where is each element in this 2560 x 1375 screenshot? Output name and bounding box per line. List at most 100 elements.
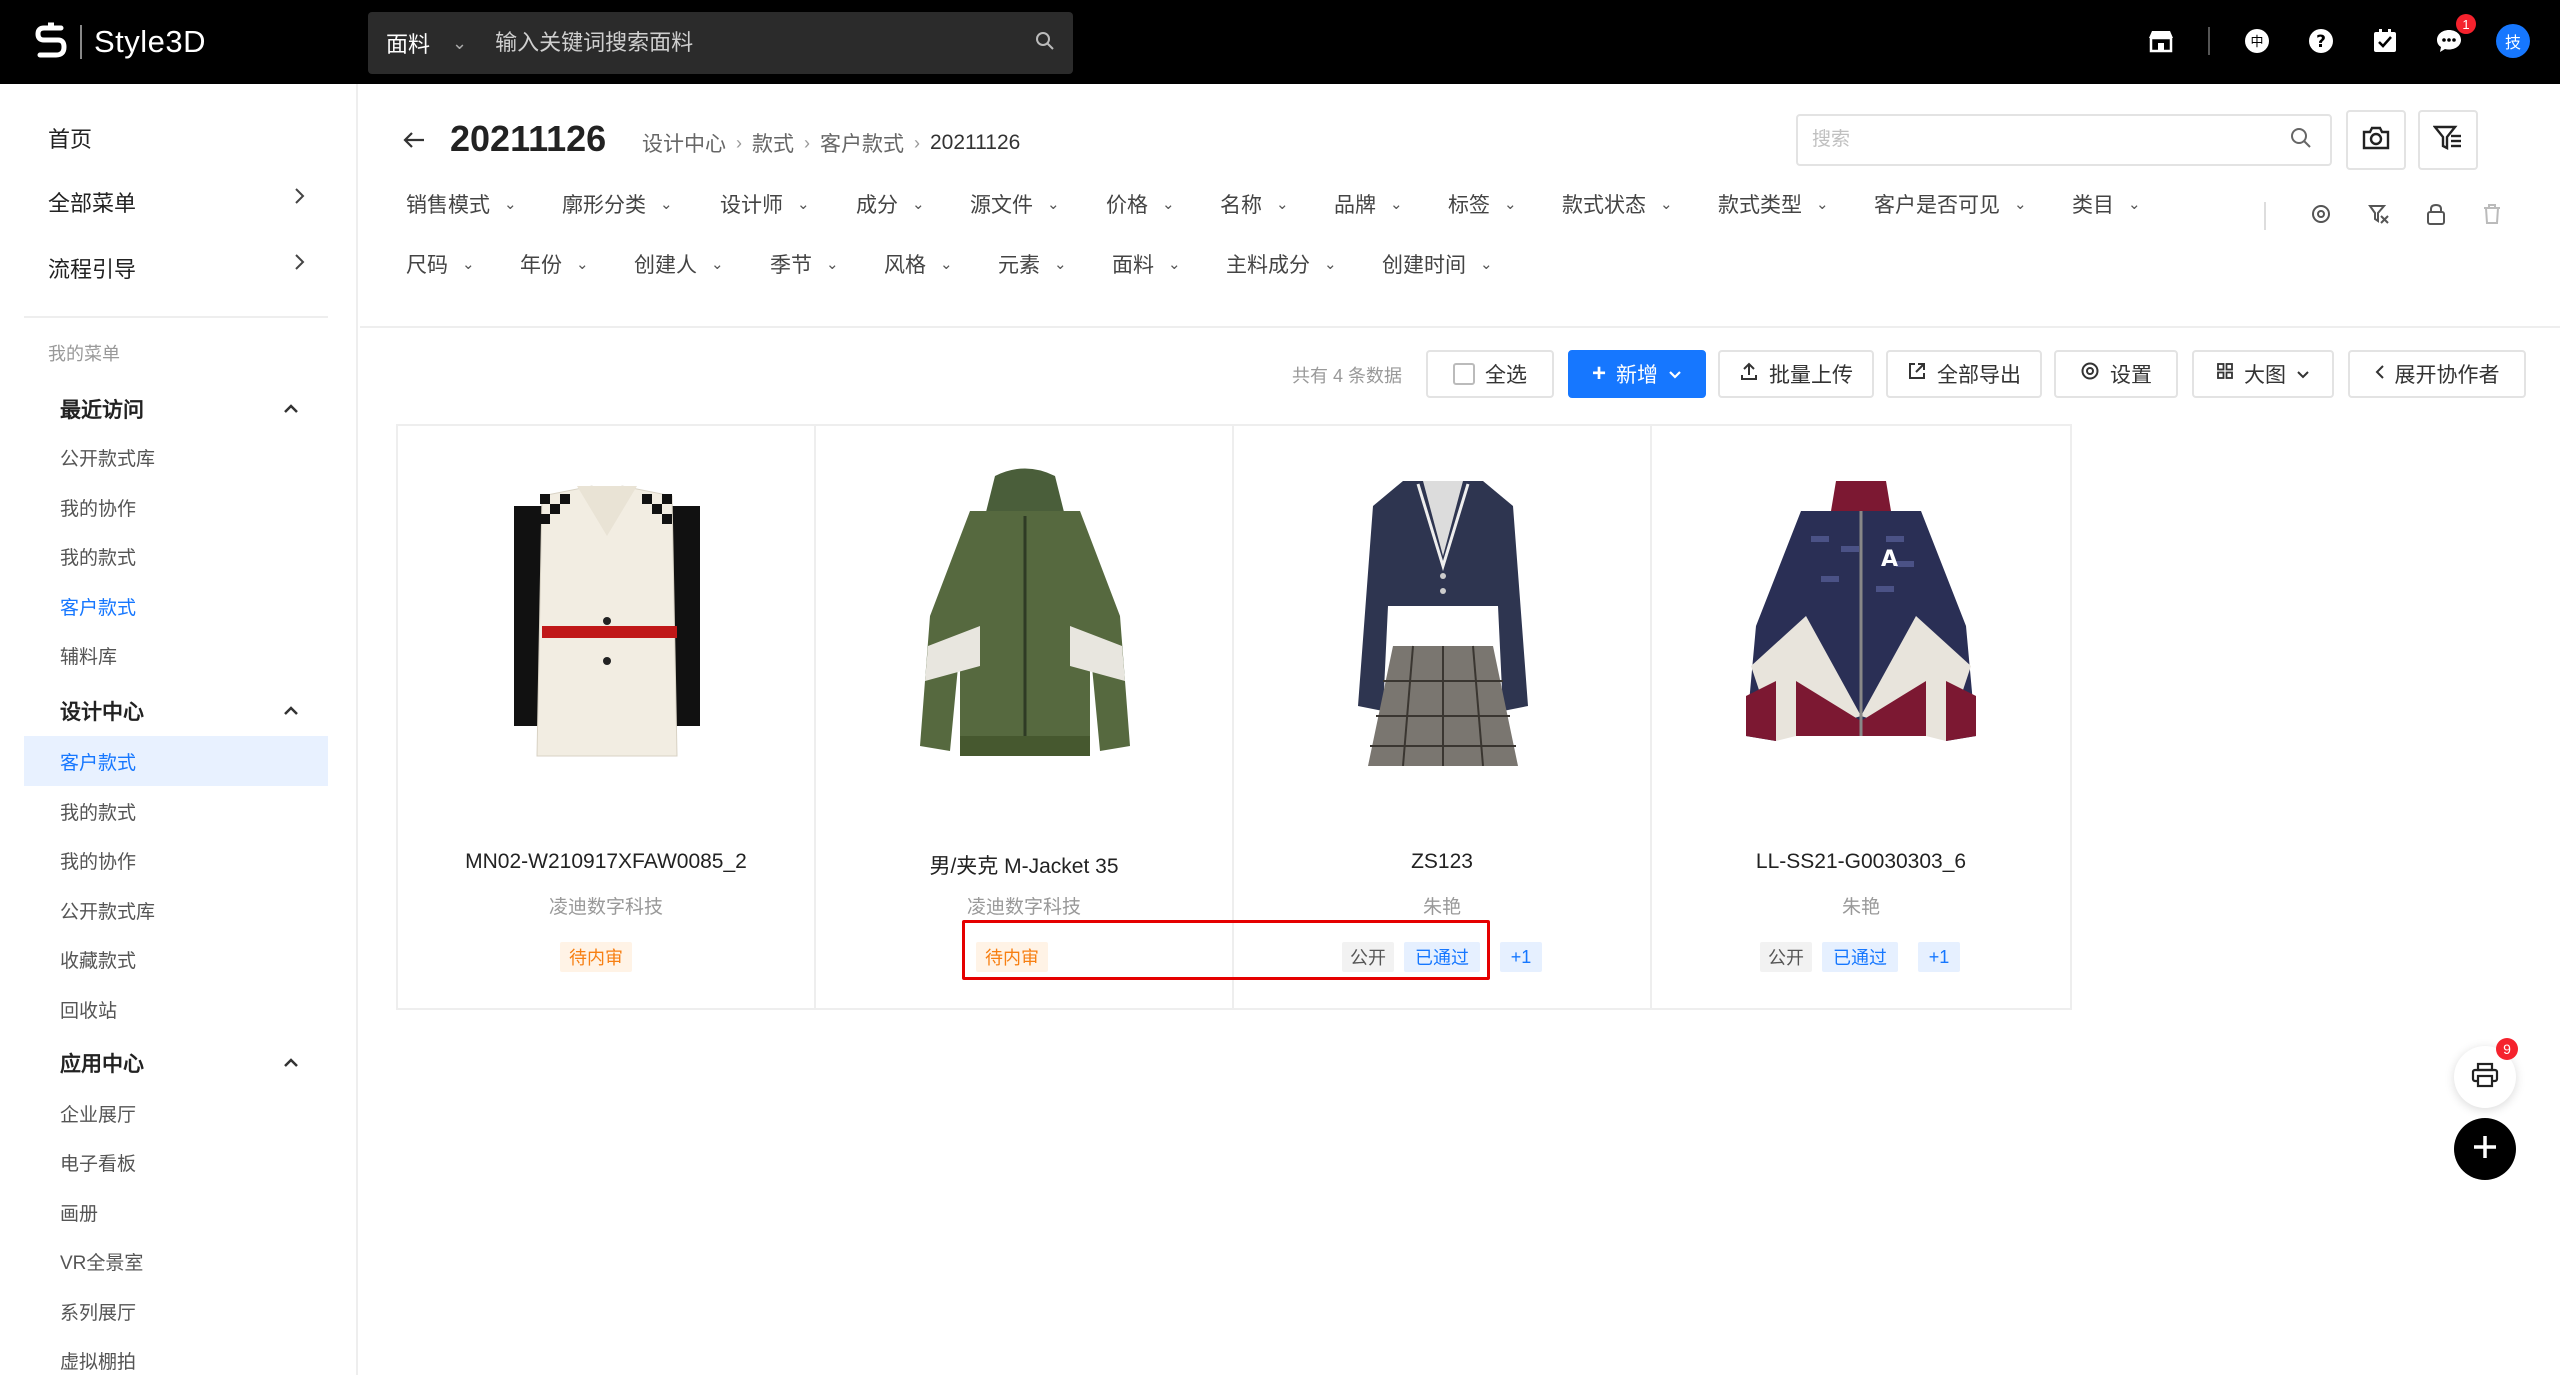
sidebar-item-dashboard[interactable]: 电子看板	[60, 1149, 136, 1176]
style-thumbnail[interactable]	[1318, 466, 1568, 767]
checkbox[interactable]	[1453, 363, 1475, 385]
language-icon[interactable]: 中	[2240, 24, 2274, 58]
delete-icon[interactable]	[2482, 203, 2502, 230]
select-all-button[interactable]: 全选	[1426, 350, 1554, 398]
style-title[interactable]: 男/夹克 M-Jacket 35	[816, 850, 1232, 880]
settings-button[interactable]: 设置	[2054, 350, 2178, 398]
style-card[interactable]: MN02-W210917XFAW0085_2 凌迪数字科技	[398, 426, 816, 1008]
sidebar-item-my-styles[interactable]: 我的款式	[60, 543, 136, 570]
filter-main-composition[interactable]: 主料成分 ⌄	[1226, 249, 1337, 279]
filter-style[interactable]: 风格 ⌄	[884, 249, 953, 279]
breadcrumb-separator: ›	[804, 132, 810, 153]
help-icon[interactable]: ?	[2304, 24, 2338, 58]
expand-collaborators-button[interactable]: 展开协作者	[2348, 350, 2526, 398]
sidebar-item-showroom[interactable]: 企业展厅	[60, 1100, 136, 1127]
global-search-input[interactable]	[495, 30, 1035, 56]
sidebar-item-recycle-bin[interactable]: 回收站	[60, 996, 117, 1023]
breadcrumb-item[interactable]: 客户款式	[820, 128, 904, 158]
filter-source-file[interactable]: 源文件 ⌄	[970, 189, 1060, 219]
breadcrumb-item[interactable]: 设计中心	[642, 128, 726, 158]
export-all-button[interactable]: 全部导出	[1886, 350, 2042, 398]
style-search-input[interactable]	[1812, 129, 2290, 151]
search-category-select[interactable]: 面料	[386, 27, 430, 59]
filter-name[interactable]: 名称 ⌄	[1220, 189, 1289, 219]
more-tags-badge[interactable]: +1	[1918, 942, 1960, 972]
filter-style-type[interactable]: 款式类型 ⌄	[1718, 189, 1829, 219]
image-search-button[interactable]	[2346, 110, 2406, 170]
sidebar-item-all-menu[interactable]: 全部菜单	[48, 186, 306, 218]
avatar[interactable]: 技	[2496, 24, 2530, 58]
sidebar-item-home[interactable]: 首页	[48, 122, 306, 154]
add-button[interactable]: + 新增	[1568, 350, 1706, 398]
sidebar-item-vr[interactable]: VR全景室	[60, 1248, 143, 1275]
floating-add-button[interactable]	[2454, 1118, 2516, 1180]
breadcrumb-item[interactable]: 款式	[752, 128, 794, 158]
message-icon[interactable]: 1	[2432, 14, 2476, 58]
chevron-down-icon[interactable]: ⌄	[452, 33, 467, 54]
filter-button[interactable]	[2418, 110, 2478, 170]
search-icon[interactable]	[1035, 31, 1055, 56]
style-thumbnail[interactable]	[900, 466, 1150, 766]
filter-price[interactable]: 价格 ⌄	[1106, 189, 1175, 219]
sidebar-item-accessories[interactable]: 辅料库	[60, 642, 117, 669]
clear-filter-icon[interactable]	[2368, 203, 2390, 230]
search-icon[interactable]	[2290, 127, 2312, 154]
filter-created-time[interactable]: 创建时间 ⌄	[1382, 249, 1493, 279]
filter-client-visible[interactable]: 客户是否可见 ⌄	[1874, 189, 2027, 219]
sidebar-item-client-styles[interactable]: 客户款式	[60, 593, 136, 620]
sidebar-group-design-center[interactable]: 设计中心	[60, 696, 300, 726]
filter-season[interactable]: 季节 ⌄	[770, 249, 839, 279]
chevron-down-icon: ⌄	[940, 256, 953, 273]
style-title[interactable]: MN02-W210917XFAW0085_2	[398, 850, 814, 874]
chevron-down-icon[interactable]	[1668, 362, 1682, 386]
sidebar-item-series[interactable]: 系列展厅	[60, 1298, 136, 1325]
sidebar-item-my-collab[interactable]: 我的协作	[60, 494, 136, 521]
chevron-down-icon: ⌄	[1324, 256, 1337, 273]
filter-category[interactable]: 类目 ⌄	[2072, 189, 2141, 219]
style-title[interactable]: LL-SS21-G0030303_6	[1652, 850, 2070, 874]
filter-sales-mode[interactable]: 销售模式 ⌄	[406, 189, 517, 219]
sidebar-item-process-guide[interactable]: 流程引导	[48, 252, 306, 284]
settings-circle-icon[interactable]	[2310, 203, 2332, 230]
filter-composition[interactable]: 成分 ⌄	[856, 189, 925, 219]
sidebar-item-public-styles[interactable]: 公开款式库	[60, 444, 155, 471]
style-title[interactable]: ZS123	[1234, 850, 1650, 874]
sidebar-item-my-styles-2[interactable]: 我的款式	[60, 798, 136, 825]
filter-creator[interactable]: 创建人 ⌄	[634, 249, 724, 279]
filter-fabric[interactable]: 面料 ⌄	[1112, 249, 1181, 279]
chevron-down-icon: ⌄	[462, 256, 475, 273]
sidebar-item-public-styles-2[interactable]: 公开款式库	[60, 897, 155, 924]
filter-designer[interactable]: 设计师 ⌄	[720, 189, 810, 219]
filter-style-status[interactable]: 款式状态 ⌄	[1562, 189, 1673, 219]
result-count: 共有 4 条数据	[1292, 366, 1403, 386]
view-mode-select[interactable]: 大图	[2192, 350, 2334, 398]
style-thumbnail[interactable]	[482, 466, 732, 766]
more-tags-badge[interactable]: +1	[1500, 942, 1542, 972]
divider	[2208, 27, 2210, 55]
filter-brand[interactable]: 品牌 ⌄	[1334, 189, 1403, 219]
filter-silhouette[interactable]: 廓形分类 ⌄	[562, 189, 673, 219]
filter-tag[interactable]: 标签 ⌄	[1448, 189, 1517, 219]
sidebar-item-my-collab-2[interactable]: 我的协作	[60, 847, 136, 874]
filter-year[interactable]: 年份 ⌄	[520, 249, 589, 279]
chevron-down-icon: ⌄	[504, 196, 517, 213]
filter-label: 季节	[770, 254, 812, 277]
style-card[interactable]: A LL-SS21-G0030303_6 朱艳	[1652, 426, 2070, 1008]
task-check-icon[interactable]	[2368, 24, 2402, 58]
batch-upload-button[interactable]: 批量上传	[1718, 350, 1874, 398]
sidebar-item-album[interactable]: 画册	[60, 1199, 98, 1226]
filter-element[interactable]: 元素 ⌄	[998, 249, 1067, 279]
logo-divider	[80, 25, 82, 59]
filter-size[interactable]: 尺码 ⌄	[406, 249, 475, 279]
sidebar-group-app-center[interactable]: 应用中心	[60, 1048, 300, 1078]
style-thumbnail[interactable]: A	[1736, 466, 1986, 766]
back-arrow-icon[interactable]	[402, 124, 426, 158]
app-logo[interactable]: Style3D	[32, 21, 206, 63]
store-icon[interactable]	[2144, 24, 2178, 58]
lock-icon[interactable]	[2426, 203, 2446, 230]
sidebar-item-virtual-shoot[interactable]: 虚拟棚拍	[60, 1347, 136, 1374]
sidebar-group-recent[interactable]: 最近访问	[60, 394, 300, 424]
print-button[interactable]: 9	[2454, 1038, 2518, 1108]
sidebar-item-client-styles-active[interactable]: 客户款式	[60, 748, 136, 775]
sidebar-item-favorites[interactable]: 收藏款式	[60, 946, 136, 973]
